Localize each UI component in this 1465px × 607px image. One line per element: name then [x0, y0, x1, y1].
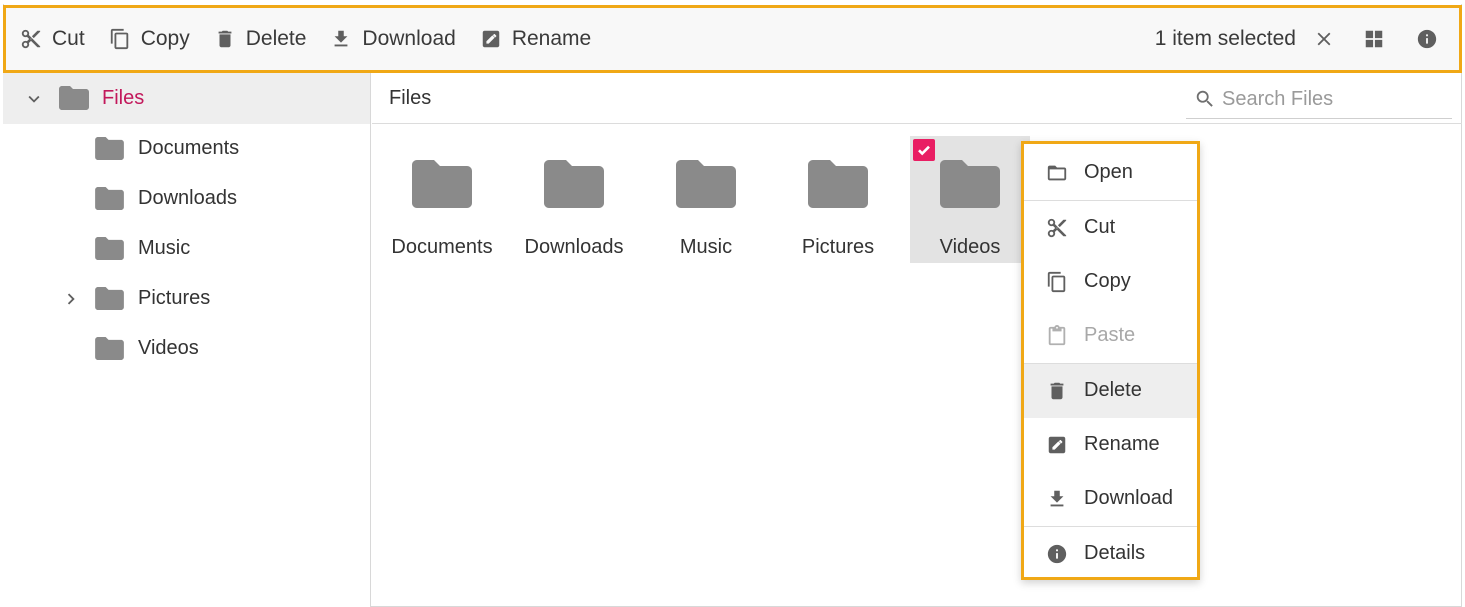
file-tile-label: Music — [679, 236, 733, 258]
toolbar-download-button[interactable]: Download — [318, 8, 467, 70]
copy-icon — [1047, 271, 1066, 293]
context-menu-label: Paste — [1084, 324, 1136, 346]
toolbar-rename-button[interactable]: Rename — [468, 8, 603, 70]
scissors-icon — [21, 29, 41, 49]
view-toggle-button[interactable] — [1354, 19, 1394, 59]
context-menu-open[interactable]: Open — [1024, 146, 1197, 200]
nav-item-label: Music — [138, 237, 191, 259]
nav-item-label: Documents — [138, 137, 240, 159]
context-menu-paste[interactable]: Paste — [1024, 309, 1197, 363]
address-bar: Files — [372, 73, 1462, 124]
folder-icon — [95, 187, 124, 210]
download-icon — [1050, 490, 1064, 507]
nav-item-pictures[interactable]: Pictures — [3, 274, 370, 324]
toolbar-copy-label: Copy — [140, 27, 190, 50]
file-tile-label: Videos — [939, 236, 1001, 258]
nav-item-videos[interactable]: Videos — [3, 324, 370, 374]
chevron-down-icon[interactable] — [23, 88, 45, 110]
toolbar: Cut Copy Delete Download Rename 1 item s… — [3, 5, 1462, 73]
file-tile-pictures[interactable]: Pictures — [778, 136, 898, 263]
rename-icon — [1048, 436, 1066, 454]
scissors-icon — [1047, 218, 1067, 238]
details-toggle-button[interactable] — [1407, 19, 1447, 59]
toolbar-cut-label: Cut — [52, 27, 85, 50]
context-menu-delete[interactable]: Delete — [1024, 364, 1197, 418]
nav-item-label: Downloads — [138, 187, 237, 209]
context-menu-label: Open — [1084, 161, 1133, 183]
folder-icon — [808, 160, 868, 208]
info-icon — [1417, 29, 1437, 49]
navigation-pane: Files Documents Downloads Music Pictures… — [3, 73, 371, 607]
context-menu-label: Cut — [1084, 216, 1116, 238]
selection-status: 1 item selected — [1154, 27, 1296, 50]
file-tile-label: Pictures — [801, 236, 875, 258]
toolbar-rename-label: Rename — [511, 27, 592, 50]
toolbar-delete-button[interactable]: Delete — [202, 8, 319, 70]
nav-item-label: Pictures — [138, 287, 211, 309]
folder-icon — [544, 160, 604, 208]
toolbar-right-group: 1 item selected — [1155, 8, 1459, 70]
trash-icon — [218, 30, 232, 48]
chevron-right-icon[interactable] — [60, 288, 82, 310]
context-menu-cut[interactable]: Cut — [1024, 201, 1197, 255]
info-icon — [1047, 544, 1067, 564]
copy-icon — [110, 28, 128, 50]
search-input[interactable] — [1222, 85, 1442, 113]
breadcrumb[interactable]: Files — [389, 87, 431, 110]
context-menu-label: Copy — [1084, 270, 1131, 292]
toolbar-download-label: Download — [362, 27, 456, 50]
context-menu-details[interactable]: Details — [1024, 527, 1197, 581]
check-icon — [918, 145, 930, 156]
toolbar-cut-button[interactable]: Cut — [6, 8, 97, 70]
context-menu-label: Download — [1084, 487, 1173, 509]
context-menu-copy[interactable]: Copy — [1024, 255, 1197, 309]
folder-icon — [95, 137, 124, 160]
main-content: Files Documents Downloads Music Pictures… — [372, 73, 1462, 607]
folder-icon — [59, 86, 89, 110]
context-menu-label: Details — [1084, 542, 1146, 564]
download-icon — [335, 30, 348, 47]
file-tile-label: Documents — [391, 236, 493, 258]
context-menu-download[interactable]: Download — [1024, 472, 1197, 526]
search-box[interactable] — [1186, 79, 1452, 119]
search-icon — [1196, 90, 1213, 107]
trash-icon — [1050, 382, 1064, 400]
paste-icon — [1048, 325, 1066, 346]
toolbar-delete-label: Delete — [245, 27, 307, 50]
context-menu-rename[interactable]: Rename — [1024, 418, 1197, 472]
close-icon — [1317, 32, 1331, 46]
open-folder-icon — [1047, 165, 1067, 181]
folder-icon — [940, 160, 1000, 208]
toolbar-copy-button[interactable]: Copy — [97, 8, 202, 70]
nav-item-files[interactable]: Files — [3, 73, 370, 124]
grid-view-icon — [1365, 30, 1383, 48]
nav-item-music[interactable]: Music — [3, 224, 370, 274]
context-menu-label: Delete — [1084, 379, 1142, 401]
context-menu-label: Rename — [1084, 433, 1160, 455]
file-tile-downloads[interactable]: Downloads — [514, 136, 634, 263]
file-tile-label: Downloads — [524, 236, 624, 258]
nav-item-label: Files — [102, 87, 145, 109]
folder-icon — [95, 287, 124, 310]
nav-item-documents[interactable]: Documents — [3, 124, 370, 174]
file-tile-videos[interactable]: Videos — [910, 136, 1030, 263]
context-menu: Open Cut Copy Paste Delete Rename Downlo… — [1021, 141, 1200, 580]
file-tile-documents[interactable]: Documents — [382, 136, 502, 263]
clear-selection-button[interactable] — [1304, 19, 1344, 59]
nav-item-downloads[interactable]: Downloads — [3, 174, 370, 224]
folder-icon — [676, 160, 736, 208]
selection-checkbox[interactable] — [913, 139, 935, 161]
nav-item-label: Videos — [138, 337, 199, 359]
folder-icon — [95, 337, 124, 360]
rename-icon — [482, 30, 500, 48]
folder-icon — [412, 160, 472, 208]
folder-icon — [95, 237, 124, 260]
file-tile-music[interactable]: Music — [646, 136, 766, 263]
